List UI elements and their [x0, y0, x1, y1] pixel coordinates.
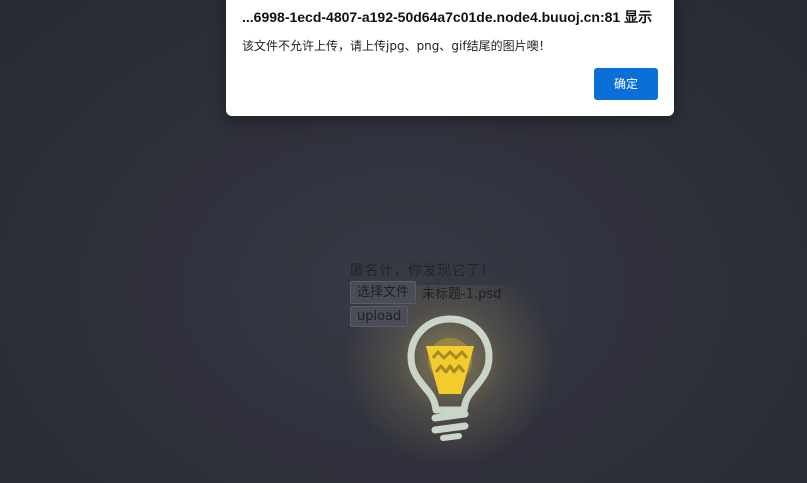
page-heading: 匿名计，你发现它了！ — [350, 263, 495, 279]
alert-dialog: ...6998-1ecd-4807-a192-50d64a7c01de.node… — [226, 0, 674, 116]
lightbulb-icon — [407, 315, 493, 441]
upload-button[interactable]: upload — [350, 306, 409, 327]
selected-file-name: 未标题-1.psd — [422, 287, 502, 302]
ok-button[interactable]: 确定 — [594, 68, 658, 100]
dialog-message: 该文件不允许上传，请上传jpg、png、gif结尾的图片噢！ — [242, 39, 551, 53]
file-input-row: 选择文件 未标题-1.psd — [350, 281, 501, 304]
choose-file-button[interactable]: 选择文件 — [350, 281, 417, 304]
dialog-title: ...6998-1ecd-4807-a192-50d64a7c01de.node… — [242, 9, 653, 25]
